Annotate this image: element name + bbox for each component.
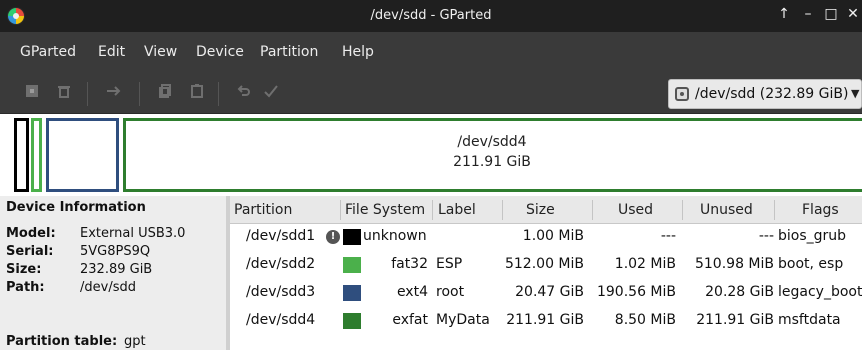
paste-icon[interactable] xyxy=(186,83,208,105)
menu-bar: GParted Edit View Device Partition Help xyxy=(0,32,862,74)
toolbar-separator xyxy=(218,82,219,106)
column-divider xyxy=(432,200,433,220)
cell-partition: /dev/sdd3 xyxy=(246,284,316,300)
fs-color-swatch xyxy=(343,229,361,245)
cell-flags: bios_grub xyxy=(778,228,847,244)
partition-table: Partition File System Label Size Used Un… xyxy=(230,196,862,350)
cell-partition: /dev/sdd1 xyxy=(246,228,316,244)
toolbar: /dev/sdd (232.89 GiB) ▼ xyxy=(0,74,862,114)
undo-icon[interactable] xyxy=(233,83,255,105)
model-value: External USB3.0 xyxy=(80,226,186,241)
partition-table-label: Partition table: xyxy=(6,334,118,349)
cell-used: 1.02 MiB xyxy=(614,256,676,272)
partition-table-value: gpt xyxy=(124,334,146,349)
title-bar: /dev/sdd - GParted ↑ – □ ✕ xyxy=(0,0,862,32)
cell-partition: /dev/sdd2 xyxy=(246,256,316,272)
column-divider xyxy=(592,200,593,220)
cell-used: 190.56 MiB xyxy=(596,284,676,300)
table-row[interactable]: /dev/sdd4 exfat MyData 211.91 GiB 8.50 M… xyxy=(230,308,862,336)
maximize-button[interactable]: □ xyxy=(822,6,840,22)
column-header-used[interactable]: Used xyxy=(618,202,653,218)
path-value: /dev/sdd xyxy=(80,280,136,295)
column-divider xyxy=(502,200,503,220)
serial-value: 5VG8PS9Q xyxy=(80,244,151,259)
size-value: 232.89 GiB xyxy=(80,262,153,277)
cell-used: --- xyxy=(660,228,676,244)
device-selector-label: /dev/sdd (232.89 GiB) xyxy=(695,86,849,102)
table-row[interactable]: /dev/sdd1 ! unknown 1.00 MiB --- --- bio… xyxy=(230,224,862,252)
column-divider xyxy=(774,200,775,220)
fs-color-swatch xyxy=(343,257,361,273)
partition-bar-sdd2[interactable] xyxy=(31,118,42,192)
column-header-size[interactable]: Size xyxy=(526,202,555,218)
path-label: Path: xyxy=(6,280,45,295)
table-header: Partition File System Label Size Used Un… xyxy=(230,196,862,224)
column-divider xyxy=(682,200,683,220)
menu-gparted[interactable]: GParted xyxy=(20,44,76,60)
menu-device[interactable]: Device xyxy=(196,44,244,60)
serial-label: Serial: xyxy=(6,244,54,259)
close-button[interactable]: ✕ xyxy=(844,6,862,22)
column-header-label[interactable]: Label xyxy=(438,202,476,218)
toolbar-separator xyxy=(139,82,140,106)
fs-color-swatch xyxy=(343,313,361,329)
menu-view[interactable]: View xyxy=(144,44,177,60)
column-divider xyxy=(340,200,341,220)
cell-label: MyData xyxy=(436,312,490,328)
warning-icon[interactable]: ! xyxy=(326,230,340,244)
graphic-partition-size: 211.91 GiB xyxy=(453,154,531,170)
minimize-button[interactable]: – xyxy=(799,6,817,22)
column-header-partition[interactable]: Partition xyxy=(234,202,292,218)
cell-size: 1.00 MiB xyxy=(522,228,584,244)
cell-label: ESP xyxy=(436,256,463,272)
cell-file-system: exfat xyxy=(392,312,428,328)
cell-file-system: fat32 xyxy=(391,256,428,272)
cell-unused: 211.91 GiB xyxy=(696,312,774,328)
cell-used: 8.50 MiB xyxy=(614,312,676,328)
menu-help[interactable]: Help xyxy=(342,44,374,60)
delete-icon[interactable] xyxy=(53,83,75,105)
cell-flags: msftdata xyxy=(778,312,841,328)
cell-size: 211.91 GiB xyxy=(506,312,584,328)
table-row[interactable]: /dev/sdd2 fat32 ESP 512.00 MiB 1.02 MiB … xyxy=(230,252,862,280)
cell-label: root xyxy=(436,284,465,300)
cell-size: 512.00 MiB xyxy=(504,256,584,272)
column-header-file-system[interactable]: File System xyxy=(345,202,425,218)
cell-unused: 510.98 MiB xyxy=(694,256,774,272)
graphic-partition-name: /dev/sdd4 xyxy=(457,134,527,150)
column-header-flags[interactable]: Flags xyxy=(802,202,839,218)
resize-move-icon[interactable] xyxy=(103,83,125,105)
cell-file-system: ext4 xyxy=(396,284,428,300)
cell-flags: legacy_boot xyxy=(778,284,862,300)
copy-icon[interactable] xyxy=(154,83,176,105)
device-selector[interactable]: /dev/sdd (232.89 GiB) ▼ xyxy=(668,79,862,109)
cell-unused: --- xyxy=(758,228,774,244)
size-label: Size: xyxy=(6,262,42,277)
cell-flags: boot, esp xyxy=(778,256,844,272)
device-information-heading: Device Information xyxy=(6,200,146,215)
partition-bar-sdd3[interactable] xyxy=(46,118,119,192)
fs-color-swatch xyxy=(343,285,361,301)
window-title: /dev/sdd - GParted xyxy=(370,8,492,23)
chevron-down-icon: ▼ xyxy=(851,87,860,100)
device-information-panel: Device Information Model: External USB3.… xyxy=(0,196,226,350)
apply-icon[interactable] xyxy=(260,83,282,105)
cell-partition: /dev/sdd4 xyxy=(246,312,316,328)
table-row[interactable]: /dev/sdd3 ext4 root 20.47 GiB 190.56 MiB… xyxy=(230,280,862,308)
new-icon[interactable] xyxy=(21,83,43,105)
keep-above-button[interactable]: ↑ xyxy=(775,6,793,22)
cell-size: 20.47 GiB xyxy=(515,284,584,300)
cell-file-system: unknown xyxy=(363,228,427,244)
model-label: Model: xyxy=(6,226,56,241)
cell-unused: 20.28 GiB xyxy=(705,284,774,300)
toolbar-separator xyxy=(87,82,88,106)
menu-partition[interactable]: Partition xyxy=(260,44,318,60)
partition-graphic: /dev/sdd4 211.91 GiB xyxy=(0,114,862,196)
partition-bar-sdd1[interactable] xyxy=(14,118,29,192)
column-header-unused[interactable]: Unused xyxy=(700,202,753,218)
menu-edit[interactable]: Edit xyxy=(98,44,125,60)
disk-icon xyxy=(675,87,689,101)
